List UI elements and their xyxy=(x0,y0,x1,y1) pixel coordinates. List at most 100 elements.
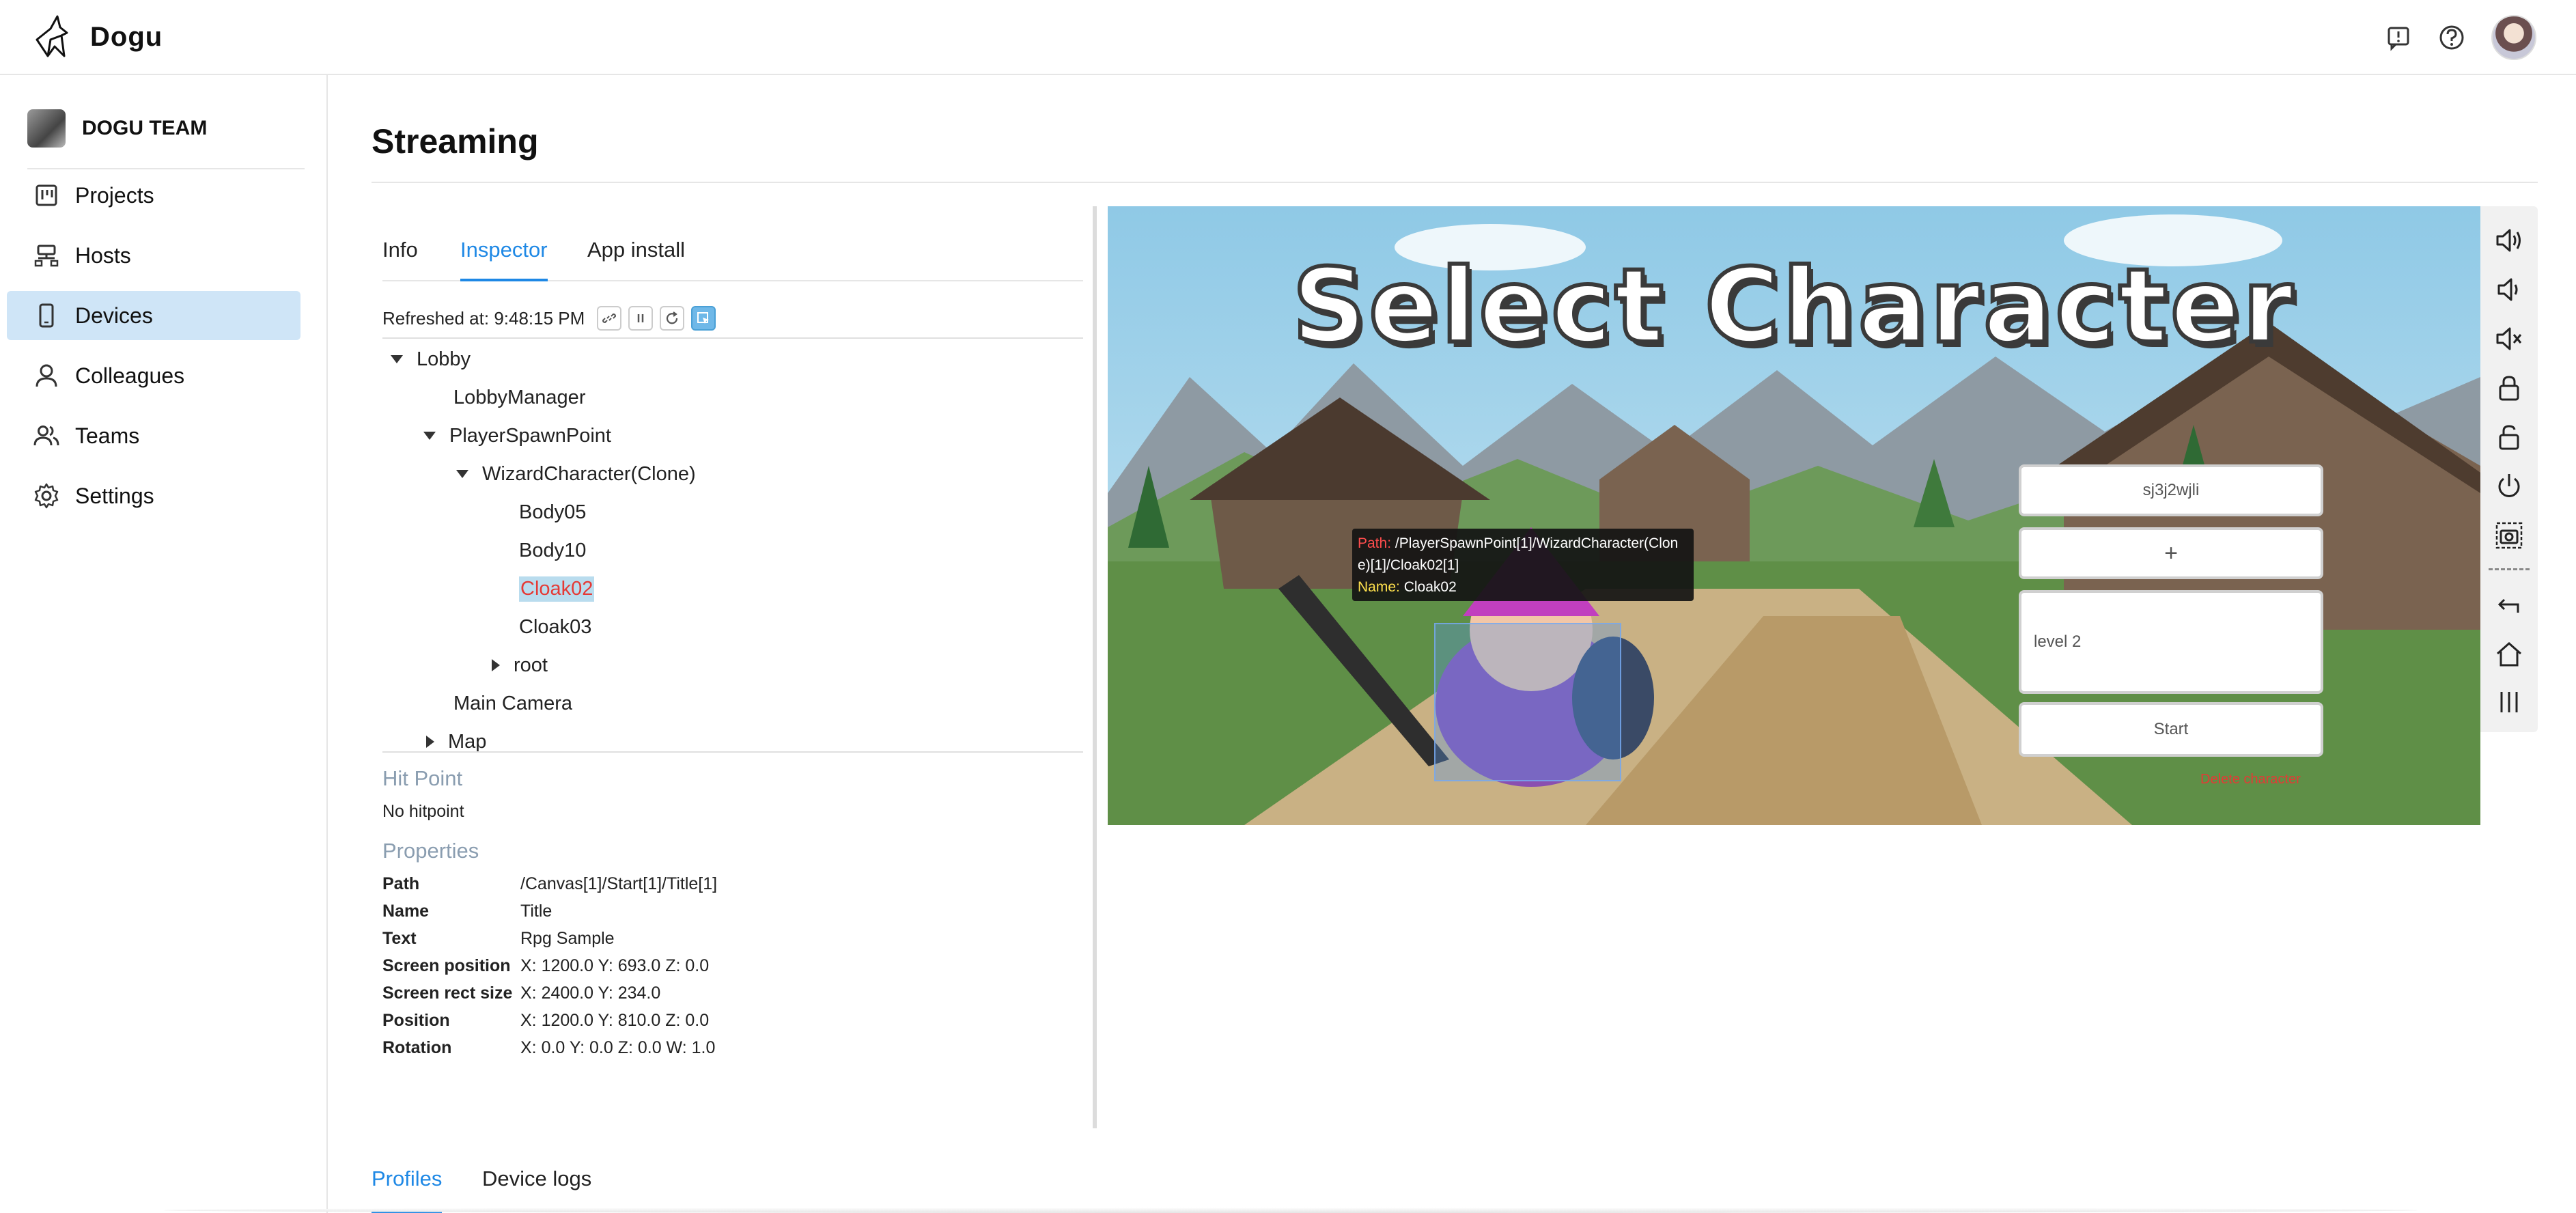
tree-node-label: Body05 xyxy=(519,501,587,523)
hierarchy-tree: Lobby LobbyManager PlayerSpawnPoint Wiza… xyxy=(382,339,1083,751)
back-icon[interactable] xyxy=(2490,586,2528,624)
tree-node-label-selected: Cloak02 xyxy=(519,576,595,602)
dogu-logo-icon xyxy=(36,15,68,57)
teams-icon xyxy=(33,426,59,446)
tree-node-cloak03[interactable]: Cloak03 xyxy=(519,608,591,646)
org-avatar xyxy=(27,109,66,148)
select-element-button[interactable] xyxy=(691,306,716,331)
refresh-row: Refreshed at: 9:48:15 PM xyxy=(382,306,723,331)
volume-down-icon[interactable] xyxy=(2490,270,2528,309)
control-divider xyxy=(2489,568,2530,570)
character-name-field[interactable]: sj3j2wjli xyxy=(2019,464,2323,516)
feedback-icon[interactable] xyxy=(2379,18,2418,57)
colleagues-icon xyxy=(36,364,57,387)
bottom-shadow xyxy=(164,1208,2418,1213)
property-row: Path/Canvas[1]/Start[1]/Title[1] xyxy=(382,874,717,902)
start-button[interactable]: Start xyxy=(2019,702,2323,757)
user-avatar[interactable] xyxy=(2491,15,2536,60)
property-value: Title xyxy=(520,902,552,921)
inspector-tabs: Info Inspector App install xyxy=(382,232,1083,281)
tree-node-map[interactable]: Map xyxy=(426,723,486,751)
tree-node-label: Main Camera xyxy=(453,692,573,714)
property-row: Rotation X: 0.0 Y: 0.0 Z: 0.0 W: 1.0 xyxy=(382,1038,715,1065)
refresh-icon xyxy=(667,311,678,324)
app-logo[interactable]: Dogu xyxy=(27,12,163,61)
device-stream-screen[interactable]: Select Character Path: /PlayerSpawnPoint… xyxy=(1108,206,2480,825)
tooltip-name-value: Cloak02 xyxy=(1403,579,1457,595)
home-icon[interactable] xyxy=(2490,635,2528,673)
sidebar-item-colleagues[interactable]: Colleagues xyxy=(7,351,300,400)
sidebar-item-label: Projects xyxy=(75,182,154,208)
settings-icon xyxy=(34,483,59,509)
delete-character-link[interactable]: Delete character xyxy=(2200,772,2301,787)
caret-down-icon[interactable] xyxy=(456,470,468,478)
property-value: X: 0.0 Y: 0.0 Z: 0.0 W: 1.0 xyxy=(520,1038,716,1057)
panel-resize-handle[interactable] xyxy=(1093,206,1097,1128)
sidebar-item-devices[interactable]: Devices xyxy=(7,291,300,340)
tree-node-cloak02[interactable]: Cloak02 xyxy=(519,570,595,608)
property-key: Name xyxy=(382,902,430,921)
property-row: Text Rpg Sample xyxy=(382,929,615,956)
sidebar-item-teams[interactable]: Teams xyxy=(7,411,300,460)
select-element-icon xyxy=(697,312,710,324)
tree-node-label: Cloak03 xyxy=(519,615,592,638)
tab-inspector[interactable]: Inspector xyxy=(460,238,548,281)
tree-node-body10[interactable]: Body10 xyxy=(519,531,586,570)
org-switcher[interactable]: DOGU TEAM xyxy=(27,109,305,169)
property-row: Screen position X: 1200.0 Y: 693.0 Z: 0.0 xyxy=(382,956,709,984)
lock-icon[interactable] xyxy=(2490,369,2528,407)
property-key: Screen rect size xyxy=(382,984,513,1003)
property-row: Name Title xyxy=(382,902,552,929)
tab-profiles[interactable]: Profiles xyxy=(372,1167,443,1213)
screenshot-icon[interactable] xyxy=(2490,516,2528,555)
divider xyxy=(382,751,1083,753)
tab-app-install[interactable]: App install xyxy=(587,238,685,281)
inspector-highlight-box xyxy=(1434,623,1621,781)
tooltip-path-key: Path: xyxy=(1358,535,1392,551)
power-icon[interactable] xyxy=(2490,467,2528,505)
mute-icon[interactable] xyxy=(2490,320,2528,358)
sidebar-item-settings[interactable]: Settings xyxy=(7,471,300,520)
property-key: Text xyxy=(382,929,417,948)
help-icon[interactable] xyxy=(2433,18,2471,57)
tree-node-main-camera[interactable]: Main Camera xyxy=(453,684,572,723)
property-key: Path xyxy=(382,874,420,893)
property-value: X: 1200.0 Y: 810.0 Z: 0.0 xyxy=(520,1011,710,1030)
sidebar-item-projects[interactable]: Projects xyxy=(7,171,300,220)
add-character-button[interactable]: + xyxy=(2019,527,2323,579)
page-title: Streaming xyxy=(372,122,539,161)
sidebar-nav: Projects Hosts Devices Colleagues Teams … xyxy=(7,171,300,531)
properties-title: Properties xyxy=(382,839,479,863)
refresh-button[interactable] xyxy=(660,306,685,331)
caret-right-icon[interactable] xyxy=(492,659,500,671)
volume-up-icon[interactable] xyxy=(2490,221,2528,260)
tree-node-root[interactable]: root xyxy=(492,646,548,684)
unlink-icon xyxy=(602,313,617,324)
projects-icon xyxy=(36,184,57,206)
sidebar-item-label: Hosts xyxy=(75,242,131,268)
tree-node-label: root xyxy=(514,654,548,676)
character-level-field[interactable]: level 2 xyxy=(2019,590,2323,694)
tree-node-playerspawnpoint[interactable]: PlayerSpawnPoint xyxy=(423,417,611,455)
tree-node-body05[interactable]: Body05 xyxy=(519,493,586,531)
sidebar-item-hosts[interactable]: Hosts xyxy=(7,231,300,280)
hit-point-value: No hitpoint xyxy=(382,802,464,821)
tab-device-logs[interactable]: Device logs xyxy=(482,1167,591,1213)
recent-apps-icon[interactable] xyxy=(2490,683,2528,721)
tab-info[interactable]: Info xyxy=(382,238,418,281)
property-key: Rotation xyxy=(382,1038,452,1057)
tree-node-wizardcharacter[interactable]: WizardCharacter(Clone) xyxy=(456,455,696,493)
caret-right-icon[interactable] xyxy=(426,736,434,748)
property-value: Rpg Sample xyxy=(520,929,615,948)
device-control-bar xyxy=(2480,206,2538,732)
pause-button[interactable] xyxy=(628,306,654,331)
unlock-icon[interactable] xyxy=(2490,418,2528,456)
tree-node-lobbymanager[interactable]: LobbyManager xyxy=(453,378,585,417)
caret-down-icon[interactable] xyxy=(391,355,403,363)
caret-down-icon[interactable] xyxy=(423,432,436,440)
tooltip-name-key: Name: xyxy=(1358,579,1400,595)
tree-node-lobby[interactable]: Lobby xyxy=(391,340,471,378)
property-value: /Canvas[1]/Start[1]/Title[1] xyxy=(520,874,718,893)
property-row: Screen rect size X: 2400.0 Y: 234.0 xyxy=(382,984,660,1011)
unlink-button[interactable] xyxy=(597,306,622,331)
